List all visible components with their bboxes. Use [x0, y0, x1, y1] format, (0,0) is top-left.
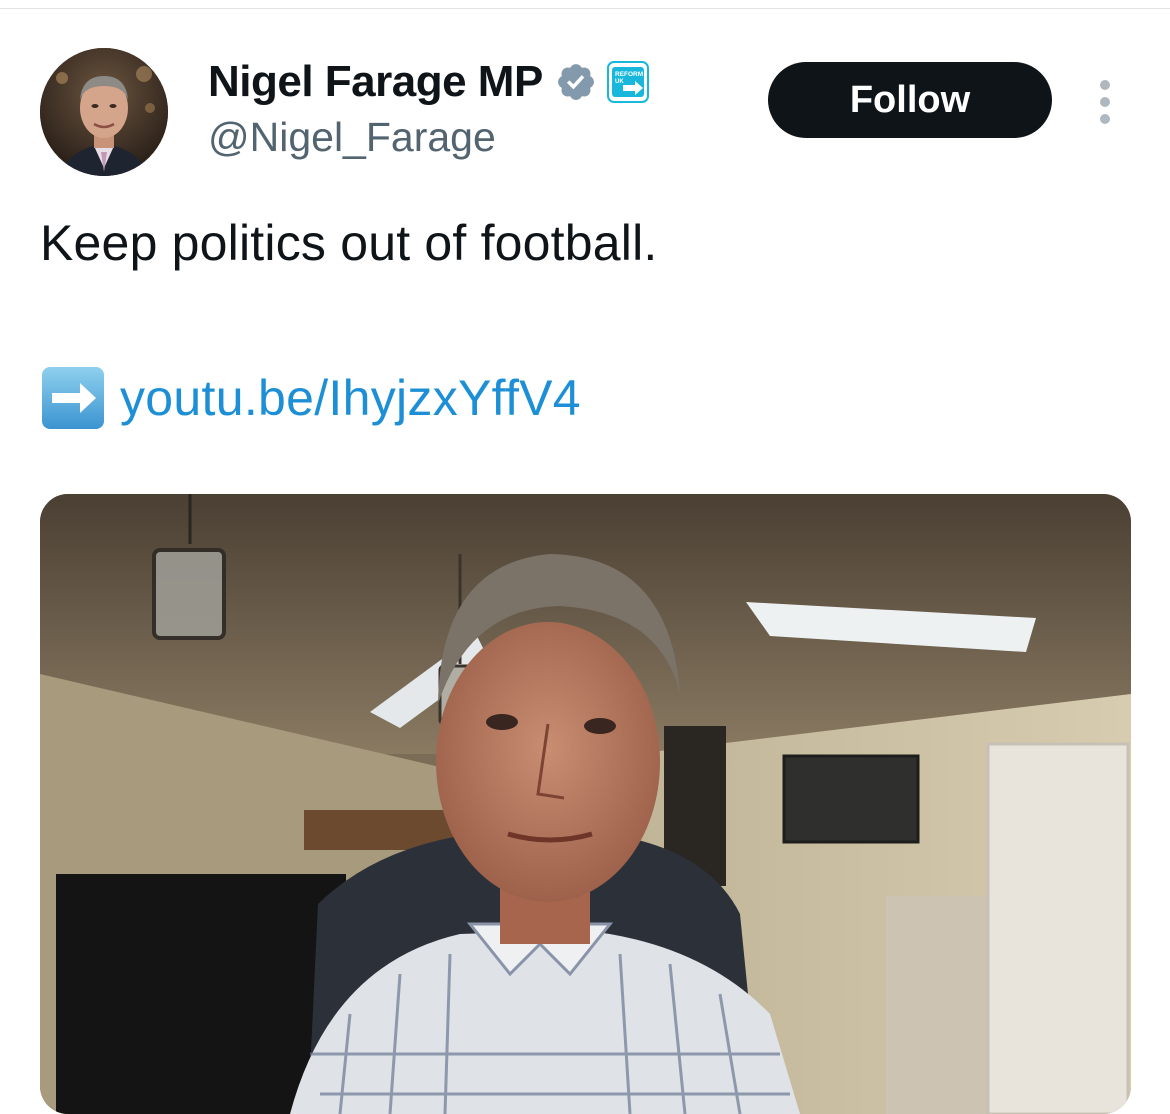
affiliate-badge[interactable]: REFORM UK — [606, 61, 649, 103]
more-options-icon[interactable] — [1096, 80, 1114, 124]
author-avatar[interactable] — [40, 48, 168, 176]
author-name-row: Nigel Farage MP REFORM UK — [208, 54, 649, 110]
svg-text:REFORM: REFORM — [615, 71, 643, 78]
tweet-link[interactable]: youtu.be/IhyjzxYffV4 — [120, 369, 581, 427]
author-handle[interactable]: @Nigel_Farage — [208, 114, 496, 161]
verified-badge-icon[interactable] — [555, 61, 597, 103]
top-divider — [0, 8, 1170, 9]
tweet-text: Keep politics out of football. — [40, 215, 658, 271]
author-display-name[interactable]: Nigel Farage MP — [208, 57, 543, 107]
follow-button[interactable]: Follow — [768, 62, 1052, 138]
video-thumbnail[interactable] — [40, 494, 1131, 1114]
svg-text:UK: UK — [615, 79, 624, 85]
reform-uk-logo: REFORM UK — [606, 61, 649, 103]
tweet-link-row: youtu.be/IhyjzxYffV4 — [40, 366, 581, 430]
right-arrow-icon — [40, 365, 106, 431]
